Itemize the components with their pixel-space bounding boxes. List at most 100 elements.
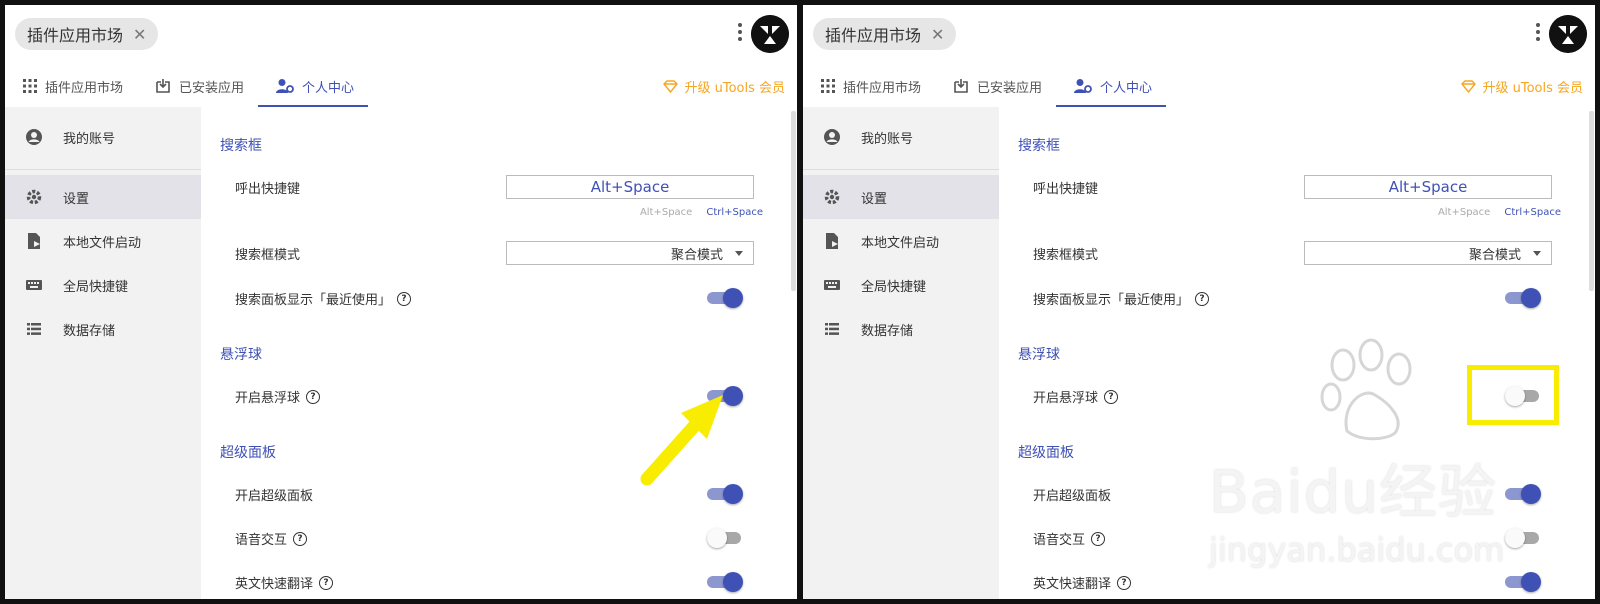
voice-interaction-toggle[interactable] xyxy=(707,528,743,548)
scrollbar[interactable] xyxy=(791,111,796,291)
tab-label: 个人中心 xyxy=(302,80,355,96)
hotkey-input[interactable]: Alt+Space xyxy=(1304,175,1552,199)
sidebar-item-data-storage[interactable]: 数据存储 xyxy=(803,307,999,351)
upgrade-link[interactable]: 升级 uTools 会员 xyxy=(663,77,785,96)
upgrade-link[interactable]: 升级 uTools 会员 xyxy=(1461,77,1583,96)
help-icon[interactable]: ? xyxy=(397,291,412,306)
sidebar-item-label: 数据存储 xyxy=(63,323,116,339)
utools-logo-icon[interactable] xyxy=(1549,15,1587,53)
sidebar-item-settings[interactable]: 设置 xyxy=(803,175,999,219)
gear-icon xyxy=(26,189,42,205)
sidebar-divider xyxy=(5,169,201,170)
tab-label: 已安装应用 xyxy=(179,80,245,96)
sidebar-divider xyxy=(803,169,999,170)
chevron-down-icon xyxy=(1533,250,1541,256)
settings-sidebar: 我的账号 设置 本地文件启动 全局快捷键 数据存储 xyxy=(5,107,201,599)
download-box-icon xyxy=(954,79,968,93)
quick-translate-label: 英文快速翻译 ? xyxy=(1033,573,1132,592)
tab-installed[interactable]: 已安装应用 xyxy=(137,65,258,107)
section-floating-ball: 悬浮球 xyxy=(1018,347,1060,363)
plugin-market-chip[interactable]: 插件应用市场 ✕ xyxy=(813,18,957,50)
account-circle-icon xyxy=(824,129,840,145)
section-floating-ball: 悬浮球 xyxy=(220,347,262,363)
user-settings-icon xyxy=(276,79,294,93)
sidebar-item-local-file-launch[interactable]: 本地文件启动 xyxy=(5,219,201,263)
more-menu-icon[interactable] xyxy=(1536,23,1540,41)
help-icon[interactable]: ? xyxy=(306,389,321,404)
help-icon[interactable]: ? xyxy=(319,575,334,590)
sidebar-item-data-storage[interactable]: 数据存储 xyxy=(5,307,201,351)
sidebar-item-label: 我的账号 xyxy=(63,131,116,147)
hotkey-option-ctrl-space[interactable]: Ctrl+Space xyxy=(706,207,763,218)
sidebar-item-label: 全局快捷键 xyxy=(63,279,129,295)
sidebar-item-global-hotkeys[interactable]: 全局快捷键 xyxy=(5,263,201,307)
scrollbar[interactable] xyxy=(1589,111,1594,291)
search-mode-select[interactable]: 聚合模式 xyxy=(506,241,754,265)
help-icon[interactable]: ? xyxy=(1117,575,1132,590)
diamond-icon xyxy=(663,80,679,93)
section-super-panel: 超级面板 xyxy=(220,445,276,461)
tab-personal-center[interactable]: 个人中心 xyxy=(258,65,369,107)
close-icon[interactable]: ✕ xyxy=(931,25,944,44)
super-panel-label: 开启超级面板 xyxy=(1033,489,1112,504)
diamond-icon xyxy=(1461,80,1477,93)
file-launch-icon xyxy=(28,233,40,249)
recent-used-label: 搜索面板显示「最近使用」 ? xyxy=(1033,289,1210,308)
list-icon xyxy=(27,323,41,335)
settings-sidebar: 我的账号 设置 本地文件启动 全局快捷键 数据存储 xyxy=(803,107,999,599)
recent-used-toggle[interactable] xyxy=(707,288,743,308)
sidebar-item-account[interactable]: 我的账号 xyxy=(5,115,201,159)
recent-used-label: 搜索面板显示「最近使用」 ? xyxy=(235,289,412,308)
settings-content: 搜索框 呼出快捷键 Alt+Space Alt+Space Ctrl+Space… xyxy=(201,107,797,599)
tab-plugin-market[interactable]: 插件应用市场 xyxy=(803,65,935,107)
upgrade-label: 升级 uTools 会员 xyxy=(684,81,785,96)
more-menu-icon[interactable] xyxy=(738,23,742,41)
hotkey-label: 呼出快捷键 xyxy=(1033,182,1099,197)
hotkey-label: 呼出快捷键 xyxy=(235,182,301,197)
sidebar-item-label: 设置 xyxy=(861,191,888,207)
search-mode-value: 聚合模式 xyxy=(670,247,723,263)
utools-logo-icon[interactable] xyxy=(751,15,789,53)
help-icon[interactable]: ? xyxy=(1104,389,1119,404)
hotkey-option-alt-space[interactable]: Alt+Space xyxy=(1438,207,1490,218)
sidebar-item-account[interactable]: 我的账号 xyxy=(803,115,999,159)
sidebar-item-global-hotkeys[interactable]: 全局快捷键 xyxy=(803,263,999,307)
search-mode-label: 搜索框模式 xyxy=(1033,248,1099,263)
watermark-main: Baidu经验 xyxy=(1209,458,1498,526)
watermark-sub: jingyan.baidu.com xyxy=(1209,531,1505,569)
voice-interaction-label: 语音交互 ? xyxy=(235,529,308,548)
help-icon[interactable]: ? xyxy=(1091,531,1106,546)
tab-installed[interactable]: 已安装应用 xyxy=(935,65,1056,107)
help-icon[interactable]: ? xyxy=(293,531,308,546)
tab-label: 插件应用市场 xyxy=(843,80,922,96)
search-mode-value: 聚合模式 xyxy=(1468,247,1521,263)
left-screenshot-panel: 插件应用市场 ✕ 插件应用市场 已安装应用 个人中心 升级 uTools 会员 … xyxy=(5,5,797,599)
sidebar-item-local-file-launch[interactable]: 本地文件启动 xyxy=(803,219,999,263)
plugin-market-chip[interactable]: 插件应用市场 ✕ xyxy=(15,18,159,50)
help-icon[interactable]: ? xyxy=(1195,291,1210,306)
right-screenshot-panel: 插件应用市场 ✕ 插件应用市场 已安装应用 个人中心 升级 uTools 会员 … xyxy=(803,5,1595,599)
search-mode-label: 搜索框模式 xyxy=(235,248,301,263)
quick-translate-toggle[interactable] xyxy=(707,572,743,592)
quick-translate-label: 英文快速翻译 ? xyxy=(235,573,334,592)
hotkey-input[interactable]: Alt+Space xyxy=(506,175,754,199)
hotkey-option-alt-space[interactable]: Alt+Space xyxy=(640,207,692,218)
list-icon xyxy=(825,323,839,335)
user-settings-icon xyxy=(1074,79,1092,93)
tab-label: 已安装应用 xyxy=(977,80,1043,96)
close-icon[interactable]: ✕ xyxy=(133,25,146,44)
tab-plugin-market[interactable]: 插件应用市场 xyxy=(5,65,137,107)
voice-interaction-label: 语音交互 ? xyxy=(1033,529,1106,548)
search-mode-select[interactable]: 聚合模式 xyxy=(1304,241,1552,265)
sidebar-item-label: 本地文件启动 xyxy=(861,235,940,251)
sidebar-item-settings[interactable]: 设置 xyxy=(5,175,201,219)
download-box-icon xyxy=(156,79,170,93)
floating-ball-label: 开启悬浮球 ? xyxy=(1033,387,1119,406)
recent-used-toggle[interactable] xyxy=(1505,288,1541,308)
sidebar-item-label: 我的账号 xyxy=(861,131,914,147)
chip-label: 插件应用市场 xyxy=(825,26,922,45)
file-launch-icon xyxy=(826,233,838,249)
tab-personal-center[interactable]: 个人中心 xyxy=(1056,65,1167,107)
hotkey-option-ctrl-space[interactable]: Ctrl+Space xyxy=(1504,207,1561,218)
app-header: 插件应用市场 ✕ 插件应用市场 已安装应用 个人中心 升级 uTools 会员 xyxy=(5,5,797,107)
